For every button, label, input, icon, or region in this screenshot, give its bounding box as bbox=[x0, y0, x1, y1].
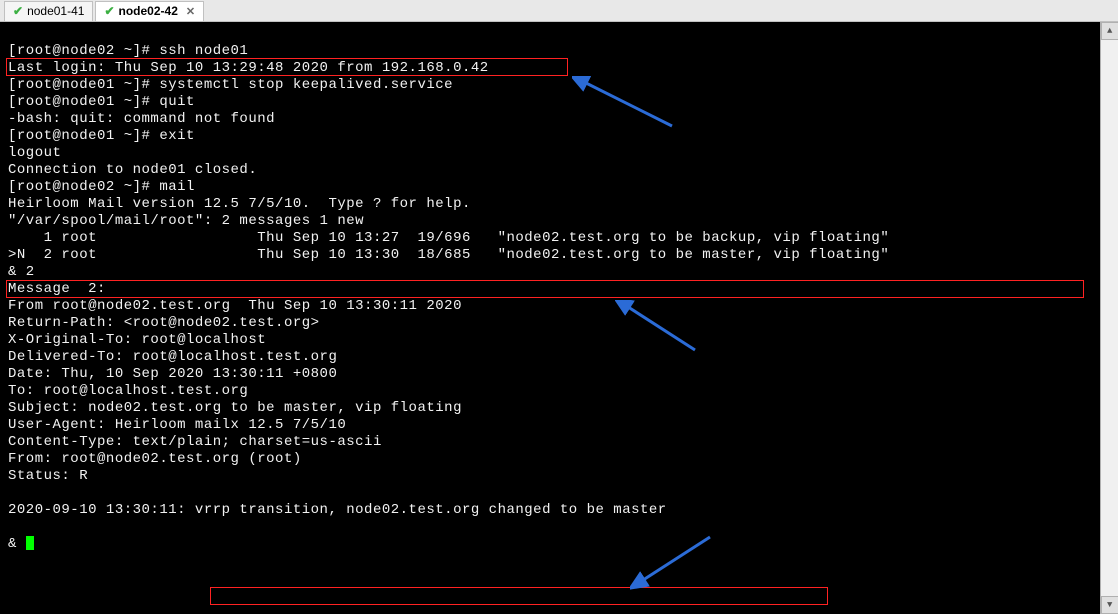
arrow-icon bbox=[615, 300, 705, 360]
cursor bbox=[26, 536, 34, 550]
term-prompt: & bbox=[8, 536, 26, 552]
term-line: Status: R bbox=[8, 468, 88, 484]
term-line: [root@node01 ~]# quit bbox=[8, 94, 195, 110]
scroll-up-icon[interactable]: ▲ bbox=[1101, 22, 1118, 40]
term-line: -bash: quit: command not found bbox=[8, 111, 275, 127]
term-line: Connection to node01 closed. bbox=[8, 162, 257, 178]
term-line: & 2 bbox=[8, 264, 35, 280]
term-line: [root@node02 ~]# mail bbox=[8, 179, 195, 195]
check-icon: ✔ bbox=[104, 4, 114, 18]
term-line: [root@node02 ~]# ssh node01 bbox=[8, 43, 248, 59]
tab-node02[interactable]: ✔ node02-42 ✕ bbox=[95, 1, 204, 21]
term-line: From: root@node02.test.org (root) bbox=[8, 451, 302, 467]
term-line: From root@node02.test.org Thu Sep 10 13:… bbox=[8, 298, 462, 314]
term-line: User-Agent: Heirloom mailx 12.5 7/5/10 bbox=[8, 417, 346, 433]
term-line: 2020-09-10 13:30:11: vrrp transition, no… bbox=[8, 502, 667, 518]
term-line: [root@node01 ~]# systemctl stop keepaliv… bbox=[8, 77, 453, 93]
highlight-box-mail bbox=[6, 280, 1084, 298]
term-line: Delivered-To: root@localhost.test.org bbox=[8, 349, 337, 365]
tab-bar: ✔ node01-41 ✔ node02-42 ✕ bbox=[0, 0, 1118, 22]
term-line: To: root@localhost.test.org bbox=[8, 383, 248, 399]
tab-label: node02-42 bbox=[119, 4, 178, 18]
highlight-box-command bbox=[6, 58, 568, 76]
term-line: logout bbox=[8, 145, 61, 161]
scroll-down-icon[interactable]: ▼ bbox=[1101, 596, 1118, 614]
tab-label: node01-41 bbox=[27, 4, 84, 18]
term-line: Heirloom Mail version 12.5 7/5/10. Type … bbox=[8, 196, 471, 212]
term-line: Return-Path: <root@node02.test.org> bbox=[8, 315, 320, 331]
arrow-icon bbox=[572, 76, 682, 136]
arrow-icon bbox=[630, 532, 720, 592]
term-line: [root@node01 ~]# exit bbox=[8, 128, 195, 144]
close-icon[interactable]: ✕ bbox=[186, 5, 195, 18]
term-line: >N 2 root Thu Sep 10 13:30 18/685 "node0… bbox=[8, 247, 889, 263]
tab-node01[interactable]: ✔ node01-41 bbox=[4, 1, 93, 21]
term-line: "/var/spool/mail/root": 2 messages 1 new bbox=[8, 213, 364, 229]
scrollbar[interactable]: ▲ ▼ bbox=[1100, 22, 1118, 614]
terminal[interactable]: [root@node02 ~]# ssh node01 Last login: … bbox=[0, 22, 1118, 614]
check-icon: ✔ bbox=[13, 4, 23, 18]
term-line: 1 root Thu Sep 10 13:27 19/696 "node02.t… bbox=[8, 230, 889, 246]
term-line: Date: Thu, 10 Sep 2020 13:30:11 +0800 bbox=[8, 366, 337, 382]
term-line: Subject: node02.test.org to be master, v… bbox=[8, 400, 462, 416]
highlight-box-log bbox=[210, 587, 828, 605]
term-line: Content-Type: text/plain; charset=us-asc… bbox=[8, 434, 382, 450]
term-line: X-Original-To: root@localhost bbox=[8, 332, 266, 348]
